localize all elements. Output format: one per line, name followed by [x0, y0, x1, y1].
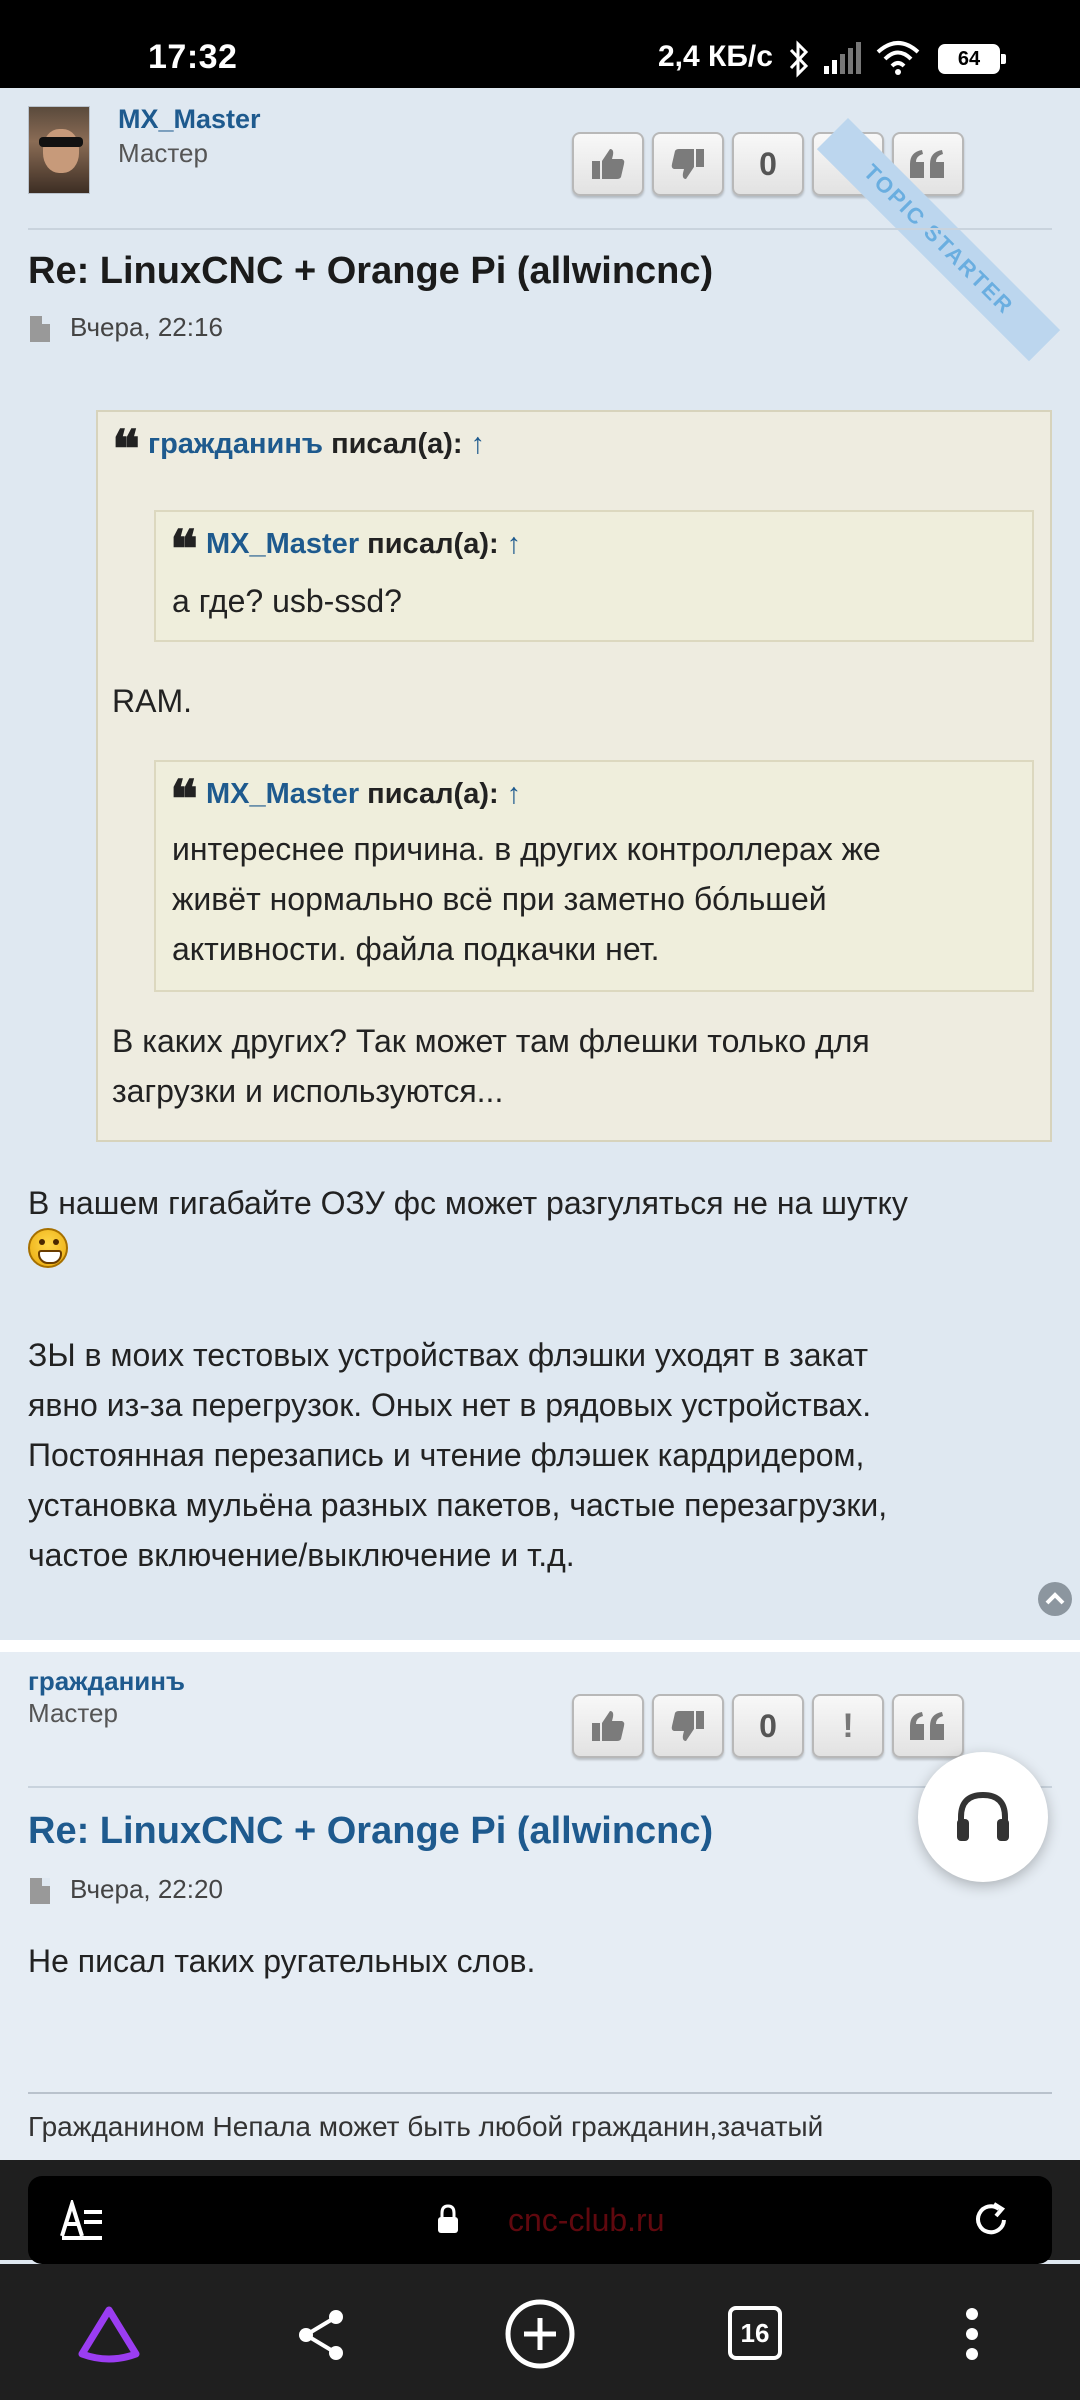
quote-button[interactable] — [892, 1694, 964, 1758]
back-to-top-button[interactable] — [1038, 1582, 1072, 1616]
quote-icon — [910, 150, 944, 178]
signature-divider — [28, 2092, 1052, 2094]
document-icon — [30, 316, 50, 342]
clock: 17:32 — [148, 38, 238, 76]
url-text[interactable]: cnc-club.ru — [508, 2202, 665, 2239]
voice-assistant-button[interactable] — [918, 1752, 1048, 1882]
quote-author[interactable]: MX_Master — [206, 528, 359, 560]
alice-assistant-icon[interactable] — [76, 2304, 142, 2366]
rating-count: 0 — [732, 1694, 804, 1758]
status-bar: 17:32 2,4 КБ/с 64 — [0, 0, 1080, 88]
post-body: ЗЫ в моих тестовых устройствах флэшки ух… — [28, 1337, 888, 1573]
quote-source-link[interactable]: ↑ — [507, 778, 522, 810]
report-button[interactable]: ! — [812, 1694, 884, 1758]
quote-header: ❝ MX_Master писал(а): ↑ — [170, 769, 522, 830]
quote-text: интереснее причина. в других контроллера… — [172, 831, 881, 967]
like-button[interactable] — [572, 1694, 644, 1758]
divider — [28, 228, 1052, 230]
quote-author[interactable]: гражданинъ — [148, 428, 323, 460]
tabs-counter-button[interactable]: 16 — [728, 2306, 782, 2360]
headphones-icon — [957, 1791, 1009, 1841]
quote-text: В каких других? Так может там флешки тол… — [112, 1023, 870, 1109]
network-speed: 2,4 КБ/с — [658, 40, 773, 73]
quote-header: ❝ MX_Master писал(а): ↑ — [170, 519, 522, 580]
reload-icon[interactable] — [972, 2201, 1010, 2239]
forum-post: MX_Master Мастер 0 ! TOPIC STARTER Re: L… — [0, 88, 1080, 1640]
wifi-icon — [876, 41, 920, 75]
quote-text: а где? usb-ssd? — [172, 583, 402, 619]
dislike-button[interactable] — [652, 1694, 724, 1758]
post-title-link[interactable]: Re: LinuxCNC + Orange Pi (allwincnc) — [28, 1810, 713, 1853]
quote-text: RAM. — [112, 683, 192, 719]
bluetooth-icon — [789, 40, 809, 78]
address-bar[interactable]: cnc-club.ru — [28, 2176, 1052, 2264]
quote-header: ❝ гражданинъ писал(а): ↑ — [112, 419, 486, 480]
divider — [28, 1786, 1052, 1788]
reader-mode-icon[interactable] — [60, 2200, 104, 2240]
author-rank: Мастер — [28, 1698, 118, 1728]
browser-nav-bar: 16 — [0, 2264, 1080, 2400]
post-author[interactable]: гражданинъ — [28, 1666, 185, 1697]
signature: Гражданином Непала может быть любой граж… — [28, 2111, 824, 2142]
quote-author[interactable]: MX_Master — [206, 778, 359, 810]
quote-icon — [910, 1712, 944, 1740]
chevron-up-icon — [1045, 1592, 1065, 1605]
like-button[interactable] — [572, 132, 644, 196]
rating-count: 0 — [732, 132, 804, 196]
more-options-icon[interactable] — [964, 2306, 980, 2362]
forum-post: гражданинъ Мастер 0 ! Re: LinuxCNC + Ora… — [0, 1652, 1080, 2160]
post-separator — [0, 1640, 1080, 1652]
quote-source-link[interactable]: ↑ — [471, 428, 486, 460]
post-date: Вчера, 22:16 — [70, 312, 223, 342]
post-date: Вчера, 22:20 — [70, 1874, 223, 1904]
share-icon[interactable] — [294, 2308, 348, 2362]
quote-block: ❝ гражданинъ писал(а): ↑ ❝ MX_Master писал… — [96, 410, 1052, 1142]
nested-quote: ❝ MX_Master писал(а): ↑ а где? usb-ssd? — [154, 510, 1034, 642]
quote-source-link[interactable]: ↑ — [507, 528, 522, 560]
battery-indicator: 64 — [938, 44, 1006, 74]
post-title: Re: LinuxCNC + Orange Pi (allwincnc) — [28, 250, 714, 292]
dislike-button[interactable] — [652, 132, 724, 196]
post-body: В нашем гигабайте ОЗУ фс может разгулять… — [28, 1185, 908, 1221]
grin-emoji-icon — [28, 1228, 68, 1268]
signal-icon — [824, 42, 861, 74]
thumbs-down-icon — [671, 1711, 704, 1741]
new-tab-icon[interactable] — [504, 2298, 576, 2370]
thumbs-down-icon — [671, 149, 704, 179]
thumbs-up-icon — [592, 149, 625, 179]
lock-icon — [438, 2204, 458, 2233]
document-icon — [30, 1878, 50, 1904]
thumbs-up-icon — [592, 1711, 625, 1741]
author-rank: Мастер — [118, 138, 208, 168]
post-author[interactable]: MX_Master — [118, 104, 261, 135]
nested-quote: ❝ MX_Master писал(а): ↑ интереснее причин… — [154, 760, 1034, 992]
post-body: Не писал таких ругательных слов. — [28, 1943, 536, 1979]
avatar[interactable] — [28, 106, 90, 194]
